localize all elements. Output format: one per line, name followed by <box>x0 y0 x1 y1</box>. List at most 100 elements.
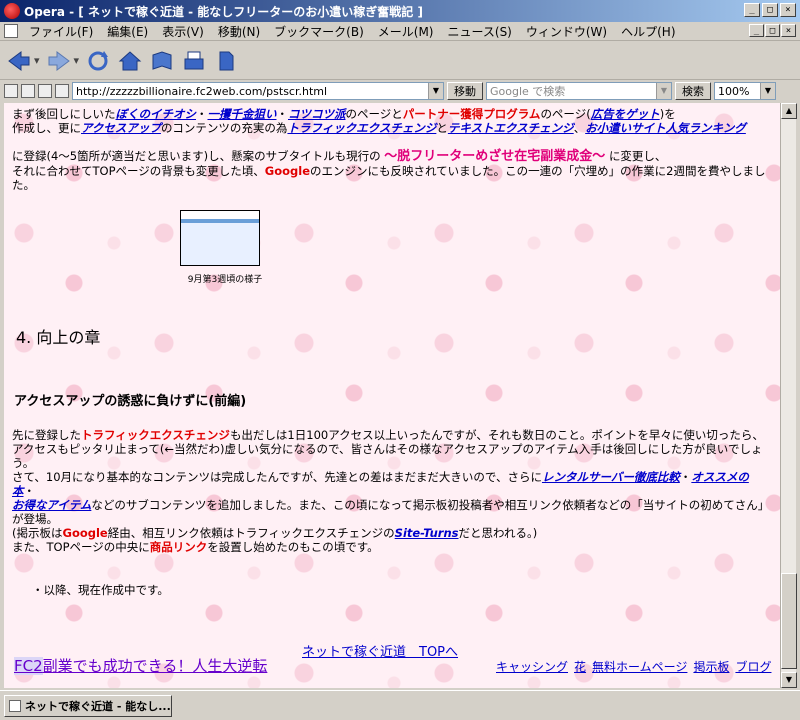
text: のページと <box>345 107 403 121</box>
search-dropdown-icon[interactable]: ▼ <box>656 83 671 99</box>
google-text: Google <box>264 164 310 178</box>
back-icon[interactable] <box>6 48 32 74</box>
text: 先に登録した <box>12 428 81 442</box>
menu-navigate[interactable]: 移動(N) <box>211 23 267 40</box>
footer-links: キャッシング 花 無料ホームページ 掲示板 ブログ <box>496 660 771 674</box>
forward-dropdown-icon[interactable]: ▾ <box>74 54 80 67</box>
paragraph-1: まず後回しにしいたぼくのイチオシ・一攫千金狙い・コツコツ派のページとパートナー獲… <box>12 107 770 135</box>
forward-icon[interactable] <box>46 48 72 74</box>
text: ・ <box>196 107 208 121</box>
fc2-banner-link[interactable]: FC2副業でも成功できる！人生大逆転 <box>14 657 268 675</box>
menu-news[interactable]: ニュース(S) <box>440 23 518 40</box>
maximize-button[interactable]: □ <box>762 3 778 17</box>
menu-mail[interactable]: メール(M) <box>371 23 441 40</box>
menu-file[interactable]: ファイル(F) <box>22 23 100 40</box>
back-dropdown-icon[interactable]: ▾ <box>34 54 40 67</box>
scroll-thumb[interactable] <box>781 573 797 669</box>
link-ranking[interactable]: お小遣いサイト人気ランキング <box>585 121 746 135</box>
reload-icon[interactable] <box>85 48 111 74</box>
text: さて、10月になり基本的なコンテンツは完成したんですが、先達との差はまだまだ大き… <box>12 470 542 484</box>
go-button[interactable]: 移動 <box>447 82 483 100</box>
page-tab[interactable]: ネットで稼ぐ近道 - 能なし... <box>4 694 172 717</box>
text: ・ <box>679 470 692 484</box>
text: に変更し、 <box>608 149 667 163</box>
text: (掲示板は <box>12 526 63 540</box>
print-icon[interactable] <box>181 48 207 74</box>
doc-restore-button[interactable]: □ <box>765 24 780 37</box>
doc-close-button[interactable]: × <box>781 24 796 37</box>
url-input[interactable]: http://zzzzzbillionaire.fc2web.com/pstsc… <box>72 82 444 100</box>
fc2-logo: FC2 <box>14 657 43 675</box>
link-recommend[interactable]: ぼくのイチオシ <box>116 107 197 121</box>
subtitle-text: 〜脱フリーターめざせ在宅副業成金〜 <box>384 149 606 164</box>
opera-logo-icon <box>4 3 20 19</box>
status-bar: ネットで稼ぐ近道 - 能なし... <box>0 690 800 720</box>
menu-bar: ファイル(F) 編集(E) 表示(V) 移動(N) ブックマーク(B) メール(… <box>0 22 800 41</box>
fc2-banner-text: 副業でも成功できる！人生大逆転 <box>42 657 268 675</box>
footer-link-blog[interactable]: ブログ <box>735 660 771 674</box>
menu-bookmarks[interactable]: ブックマーク(B) <box>267 23 371 40</box>
document-window-controls: _ □ × <box>749 24 796 37</box>
footer-link-flower[interactable]: 花 <box>574 660 586 674</box>
paragraph-2: に登録(4〜5箇所が適当だと思います)し、懸案のサブタイトルも現行の 〜脱フリー… <box>12 149 770 192</box>
footer-link-free-homepage[interactable]: 無料ホームページ <box>592 660 687 674</box>
text: も出だしは1日100アクセス以上いったんですが、それも数日のこと。ポイントを早々… <box>229 428 764 442</box>
link-jackpot[interactable]: 一攫千金狙い <box>208 107 277 121</box>
hotlist-icon[interactable] <box>149 48 175 74</box>
text: アクセスもピッタリ止まって(←当然だわ)虚しい気分になるので、皆さんはその様なア… <box>12 442 763 470</box>
page-info-icon[interactable] <box>4 84 18 98</box>
link-traffic-exchange[interactable]: トラフィックエクスチェンジ <box>287 121 436 135</box>
link-access-up[interactable]: アクセスアップ <box>81 121 161 135</box>
user-icon[interactable] <box>55 84 69 98</box>
scroll-down-icon[interactable]: ▼ <box>781 672 797 688</box>
footer-link-bbs[interactable]: 掲示板 <box>693 660 729 674</box>
text: に登録(4〜5箇所が適当だと思います)し、懸案のサブタイトルも現行の <box>12 149 381 163</box>
chapter-heading: 4. 向上の章 <box>16 328 101 347</box>
search-input[interactable]: Google で検索 ▼ <box>486 82 672 100</box>
menu-window[interactable]: ウィンドウ(W) <box>519 23 614 40</box>
camera-icon[interactable] <box>21 84 35 98</box>
partner-program-text: パートナー獲得プログラム <box>402 107 541 121</box>
page-tab-label: ネットで稼ぐ近道 - 能なし... <box>25 699 171 713</box>
traffic-exchange-text: トラフィックエクスチェンジ <box>81 428 230 442</box>
link-text-exchange[interactable]: テキストエクスチェンジ <box>448 121 574 135</box>
text: ・ <box>23 484 36 498</box>
page-icon[interactable] <box>38 84 52 98</box>
footer-link-cashing[interactable]: キャッシング <box>496 660 568 674</box>
search-button[interactable]: 検索 <box>675 82 711 100</box>
link-site-turns[interactable]: Site-Turns <box>395 526 459 540</box>
text: などのサブコンテンツを追加しました。また、この頃になって掲示板初投稿者や相互リン… <box>12 498 770 526</box>
google-text: Google <box>62 526 108 540</box>
menu-help[interactable]: ヘルプ(H) <box>614 23 682 40</box>
navigation-toolbar: ▾ ▾ <box>0 42 800 80</box>
search-placeholder: Google で検索 <box>490 85 566 98</box>
menu-view[interactable]: 表示(V) <box>155 23 211 40</box>
url-dropdown-icon[interactable]: ▼ <box>428 83 443 99</box>
paragraph-3: 先に登録したトラフィックエクスチェンジも出だしは1日100アクセス以上いったんで… <box>12 428 770 554</box>
title-bar: Opera - [ ネットで稼ぐ近道 - 能なしフリーターのお小遣い稼ぎ奮戦記 … <box>0 0 800 22</box>
page-viewport: まず後回しにしいたぼくのイチオシ・一攫千金狙い・コツコツ派のページとパートナー獲… <box>4 103 780 688</box>
text: また、TOPページの中央に <box>12 540 150 554</box>
scroll-up-icon[interactable]: ▲ <box>781 103 797 119</box>
home-icon[interactable] <box>117 48 143 74</box>
link-server-compare[interactable]: レンタルサーバー徹底比較 <box>542 470 680 484</box>
link-top-page[interactable]: ネットで稼ぐ近道 TOPへ <box>302 646 458 660</box>
doc-minimize-button[interactable]: _ <box>749 24 764 37</box>
close-button[interactable]: × <box>780 3 796 17</box>
new-page-icon[interactable] <box>213 48 239 74</box>
zoom-dropdown-icon[interactable]: ▼ <box>760 83 775 99</box>
link-items[interactable]: お得なアイテム <box>12 498 91 512</box>
zoom-select[interactable]: 100% ▼ <box>714 82 776 100</box>
document-icon <box>4 24 18 38</box>
zoom-value: 100% <box>718 84 750 98</box>
text: ・ <box>276 107 289 121</box>
vertical-scrollbar[interactable]: ▲ ▼ <box>780 103 797 688</box>
page-tab-icon <box>9 699 21 712</box>
minimize-button[interactable]: _ <box>744 3 760 17</box>
text: 、 <box>573 121 586 135</box>
product-link-text: 商品リンク <box>149 540 208 554</box>
screenshot-thumbnail[interactable] <box>180 210 260 266</box>
menu-edit[interactable]: 編集(E) <box>100 23 155 40</box>
link-get-ads[interactable]: 広告をゲット <box>591 107 660 121</box>
link-steady[interactable]: コツコツ派 <box>288 107 346 121</box>
